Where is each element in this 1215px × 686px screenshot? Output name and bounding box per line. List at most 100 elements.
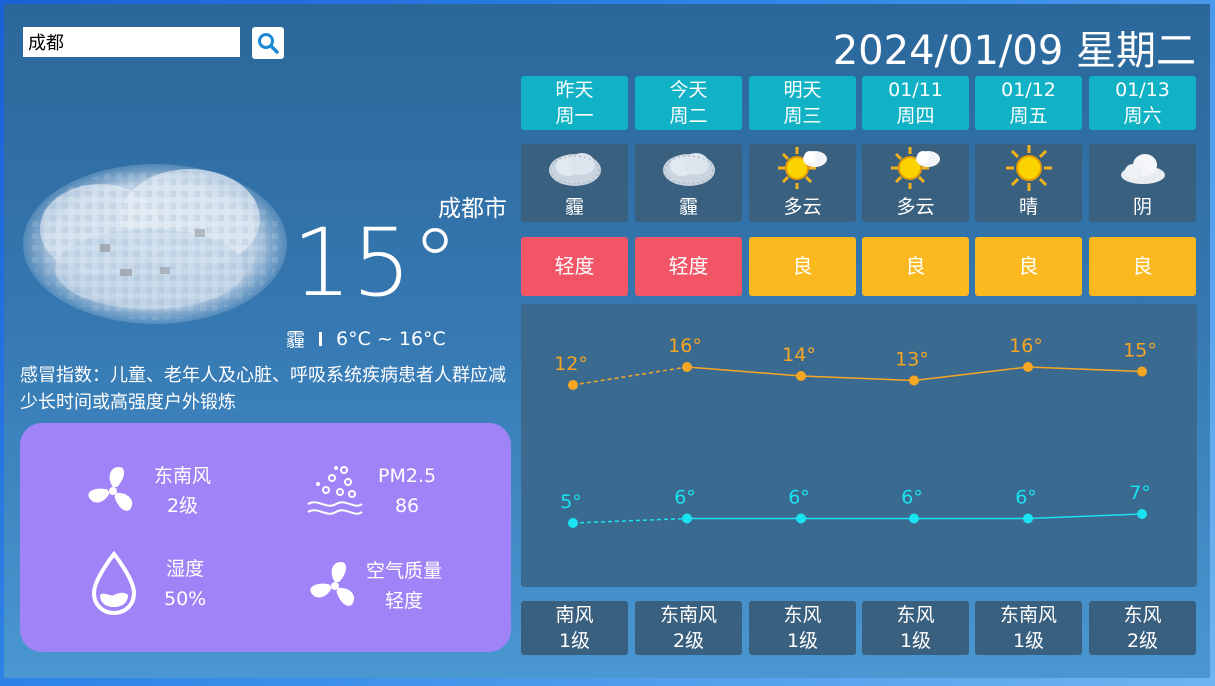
data-point [1023,362,1033,372]
data-point [796,371,806,381]
data-label: 13° [895,349,929,371]
data-label: 6° [901,487,923,509]
data-label: 12° [554,353,588,375]
current-summary: 霾 6°C ~ 16°C [286,325,446,352]
weather-label: 阴 [1132,196,1152,218]
data-point [909,375,919,386]
partly-cloudy-icon [777,147,827,189]
day-weather: 晴 [975,144,1082,222]
data-label: 6° [1015,487,1037,509]
air-quality-badge: 良 [749,237,856,296]
wind-level: 2级 [672,630,705,652]
air-quality-badge: 良 [975,237,1082,296]
data-point [1137,366,1147,377]
data-point [568,380,578,390]
sun-icon [1005,145,1052,191]
weather-label: 多云 [783,196,822,218]
data-point [909,513,919,524]
day-wind: 东南风 1级 [975,601,1082,655]
air-quality-badge: 良 [862,237,969,296]
search-button[interactable] [252,27,284,59]
data-point [1137,509,1147,519]
temperature-chart: 12° 16° 14° 13° 16° 15° 5° 6° 6° 6° 6° 7° [521,304,1197,587]
water-drop-icon [91,551,137,616]
data-label: 14° [782,344,816,366]
day-tab-yesterday[interactable]: 昨天 周一 [521,76,628,130]
haze-cloud-icon [23,164,287,324]
day-name: 今天 [669,79,708,101]
wind-level: 1级 [899,630,932,652]
current-temperature: 15° [292,209,459,318]
pm25-icon [307,466,363,515]
wind-level: 2级 [166,495,199,517]
wind-direction: 东风 [1123,604,1162,626]
data-label: 6° [788,487,810,509]
wind-level: 1级 [558,630,591,652]
day-wind: 南风 1级 [521,601,628,655]
day-week: 周三 [783,105,822,127]
data-label: 15° [1123,340,1157,362]
series-line-segment [1027,366,1143,373]
day-name: 01/12 [1001,79,1056,101]
humidity-detail: 湿度 50% [90,551,206,617]
weather-label: 晴 [1018,196,1038,218]
series-line-segment [572,517,688,524]
day-wind: 东南风 2级 [635,601,742,655]
day-weather: 多云 [862,144,969,222]
data-point [682,362,692,372]
haze-icon [662,153,715,186]
wind-direction: 东风 [783,604,822,626]
fan-icon [310,562,355,606]
separator [319,331,323,346]
air-quality-label: 空气质量 [366,560,443,582]
series-line-segment [686,366,802,377]
air-quality-value: 轻度 [385,590,424,612]
data-label: 16° [668,335,702,357]
pm25-label: PM2.5 [378,465,437,487]
weather-app: 2024/01/09 星期二 成都市 15° 霾 6°C ~ 1 [4,4,1210,678]
wind-direction: 东南风 [154,465,212,487]
city-search-input[interactable] [23,27,240,57]
wind-direction: 东南风 [659,604,717,626]
day-tab-today[interactable]: 今天 周二 [635,76,742,130]
day-week: 周四 [896,105,935,127]
air-quality-badge: 轻度 [635,237,742,296]
day-wind: 东风 1级 [862,601,969,655]
day-weather: 阴 [1089,144,1196,222]
data-label: 16° [1009,335,1043,357]
series-line-segment [1027,513,1143,520]
data-point [1023,513,1033,524]
wind-direction: 东南风 [999,604,1057,626]
wind-direction: 南风 [555,604,594,626]
day-wind: 东风 2级 [1089,601,1196,655]
day-tab-0113[interactable]: 01/13 周六 [1089,76,1196,130]
pm25-value: 86 [394,495,420,517]
day-tab-tomorrow[interactable]: 明天 周三 [749,76,856,130]
weather-label: 霾 [564,196,584,218]
wind-level: 1级 [786,630,819,652]
air-quality-detail: 空气质量 轻度 [308,556,442,616]
day-tab-0112[interactable]: 01/12 周五 [975,76,1082,130]
day-week: 周六 [1123,105,1162,127]
fan-icon [88,467,133,511]
data-label: 6° [674,487,696,509]
day-name: 明天 [783,79,822,101]
overcast-icon [1120,154,1165,184]
partly-cloudy-icon [890,147,940,189]
series-line-segment [572,366,688,386]
day-name: 昨天 [555,79,594,101]
day-weather: 多云 [749,144,856,222]
search-icon [258,33,279,54]
series-line-segment [800,375,915,382]
day-tab-0111[interactable]: 01/11 周四 [862,76,969,130]
current-condition: 霾 [286,329,306,351]
day-week: 周五 [1009,105,1048,127]
air-quality-badge: 良 [1089,237,1196,296]
data-label: 5° [560,491,582,513]
data-point [682,513,692,524]
data-label: 7° [1129,482,1151,504]
wind-detail: 东南风 2级 [86,461,211,521]
wind-level: 2级 [1126,630,1159,652]
day-week: 周二 [669,105,708,127]
pm25-detail: PM2.5 86 [304,461,436,521]
